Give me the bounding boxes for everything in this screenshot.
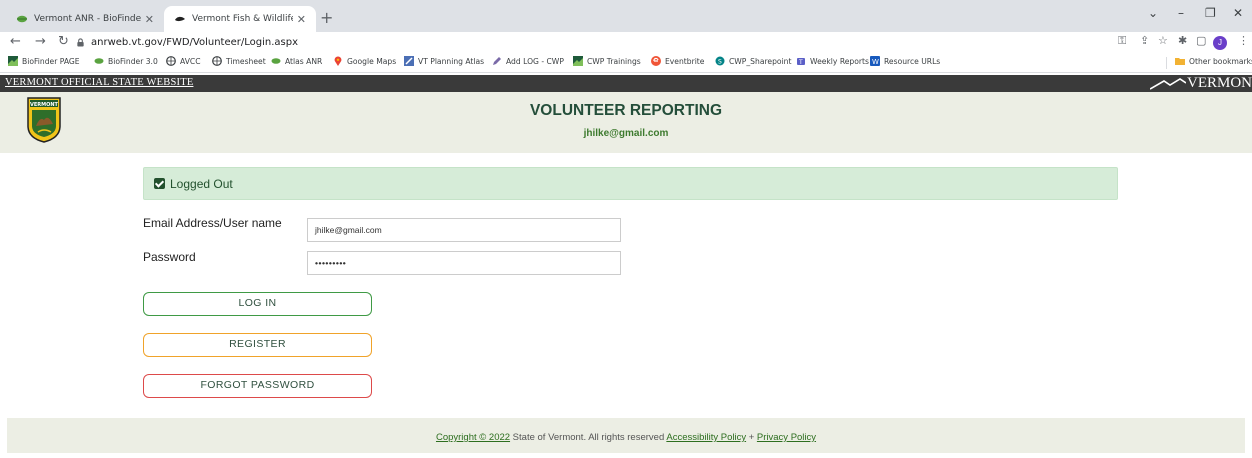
logged-out-alert: Logged Out (143, 167, 1118, 200)
fish-wildlife-icon (175, 16, 185, 22)
bookmarks-separator (1166, 57, 1167, 69)
bookmark-cwp-sharepoint[interactable]: S CWP_Sharepoint (715, 56, 791, 66)
bookmark-resource-urls[interactable]: W Resource URLs (870, 56, 940, 66)
share-icon[interactable]: ⇪ (1140, 34, 1149, 47)
folder-icon (1175, 58, 1185, 65)
globe-icon (166, 56, 176, 66)
menu-icon[interactable]: ⋮ (1238, 34, 1249, 47)
extensions-icon[interactable]: ✱ (1178, 34, 1187, 47)
bookmark-cwp-trainings[interactable]: CWP Trainings (573, 56, 641, 66)
anr-leaf-icon (271, 58, 281, 64)
teams-icon: T (797, 58, 805, 66)
vermont-mountain-logo-icon (1150, 78, 1186, 90)
close-tab-icon[interactable]: ✕ (297, 13, 306, 26)
url-text: anrweb.vt.gov/FWD/Volunteer/Login.aspx (91, 37, 299, 48)
lock-icon (77, 38, 84, 47)
close-tab-icon[interactable]: ✕ (145, 13, 154, 26)
browser-tab-biofinder[interactable]: Vermont ANR - BioFinder3 ✕ (6, 6, 164, 32)
register-button[interactable]: REGISTER (143, 333, 372, 357)
window-close-icon[interactable]: ✕ (1233, 6, 1243, 20)
landscape-icon (8, 56, 18, 66)
login-button[interactable]: LOG IN (143, 292, 372, 316)
checkbox-check-icon (154, 178, 165, 189)
bookmark-biofinder-page[interactable]: BioFinder PAGE (8, 56, 80, 66)
sharepoint-icon: S (715, 56, 725, 66)
bookmark-avcc[interactable]: AVCC (166, 56, 201, 66)
sidepanel-icon[interactable]: ▢ (1196, 34, 1206, 47)
svg-text:T: T (798, 59, 803, 66)
landscape-icon (573, 56, 583, 66)
vermont-state-strip: VERMONT OFFICIAL STATE WEBSITE VERMONT (0, 75, 1252, 92)
svg-text:S: S (718, 59, 722, 66)
email-field[interactable]: jhilke@gmail.com (307, 218, 621, 242)
accessibility-policy-link[interactable]: Accessibility Policy (666, 432, 746, 443)
bookmark-timesheet[interactable]: Timesheet (212, 56, 266, 66)
bookmark-biofinder-3[interactable]: BioFinder 3.0 (94, 56, 158, 66)
new-tab-button[interactable]: + (320, 8, 333, 27)
tab-title: Vermont Fish & Wildlife Volunteer (192, 14, 293, 24)
atlas-icon (404, 56, 414, 66)
anr-leaf-icon (17, 15, 27, 23)
copyright-link[interactable]: Copyright © 2022 (436, 432, 510, 443)
page-title: VOLUNTEER REPORTING (529, 102, 723, 119)
official-state-website-link[interactable]: VERMONT OFFICIAL STATE WEBSITE (5, 77, 193, 88)
forgot-password-button[interactable]: FORGOT PASSWORD (143, 374, 372, 398)
other-bookmarks[interactable]: Other bookmarks (1175, 56, 1252, 66)
key-icon[interactable]: ⚿ (1118, 34, 1126, 48)
password-label: Password (143, 250, 196, 264)
map-pin-icon (334, 56, 342, 66)
word-doc-icon: W (870, 56, 880, 66)
privacy-policy-link[interactable]: Privacy Policy (757, 432, 816, 443)
browser-tab-volunteer[interactable]: Vermont Fish & Wildlife Volunteer ✕ (164, 6, 316, 32)
star-icon[interactable]: ☆ (1158, 34, 1168, 47)
alert-message: Logged Out (170, 176, 233, 191)
page-footer: Copyright © 2022 State of Vermont. All r… (7, 418, 1245, 453)
anr-leaf-icon (94, 58, 104, 64)
tab-search-icon[interactable]: ⌄ (1148, 6, 1158, 20)
rights-text: State of Vermont. All rights reserved (510, 432, 667, 443)
password-field[interactable]: ••••••••• (307, 251, 621, 275)
browser-toolbar: ← → ↻ anrweb.vt.gov/FWD/Volunteer/Login.… (0, 32, 1252, 53)
forward-icon[interactable]: → (35, 34, 46, 49)
bookmark-weekly-reports[interactable]: T Weekly Reports (796, 56, 869, 66)
pencil-icon (493, 57, 501, 65)
bookmark-eventbrite[interactable]: Eventbrite (651, 56, 704, 66)
minimize-icon[interactable]: – (1178, 6, 1184, 20)
tab-title: Vermont ANR - BioFinder3 (34, 14, 141, 24)
restore-icon[interactable]: ❐ (1205, 6, 1216, 20)
vermont-logo-text[interactable]: VERMONT (1187, 75, 1252, 92)
email-label: Email Address/User name (143, 216, 282, 230)
bookmark-vt-planning-atlas[interactable]: VT Planning Atlas (404, 56, 484, 66)
address-bar[interactable]: anrweb.vt.gov/FWD/Volunteer/Login.aspx (76, 33, 298, 52)
eventbrite-icon (651, 56, 661, 66)
globe-icon (212, 56, 222, 66)
bookmark-google-maps[interactable]: Google Maps (333, 56, 396, 66)
back-icon[interactable]: ← (10, 34, 21, 49)
user-email: jhilke@gmail.com (583, 128, 669, 139)
svg-text:W: W (872, 58, 879, 66)
page-header: VERMONT VOLUNTEER REPORTING jhilke@gmail… (0, 92, 1252, 153)
bookmarks-bar: BioFinder PAGE BioFinder 3.0 AVCC Timesh… (0, 53, 1252, 73)
reload-icon[interactable]: ↻ (58, 34, 69, 49)
bookmark-atlas-anr[interactable]: Atlas ANR (271, 56, 322, 66)
plus-separator: + (746, 432, 757, 443)
browser-tab-strip: Vermont ANR - BioFinder3 ✕ Vermont Fish … (0, 0, 1252, 32)
bookmark-add-log-cwp[interactable]: Add LOG - CWP (492, 56, 564, 66)
profile-avatar[interactable]: J (1213, 36, 1227, 50)
